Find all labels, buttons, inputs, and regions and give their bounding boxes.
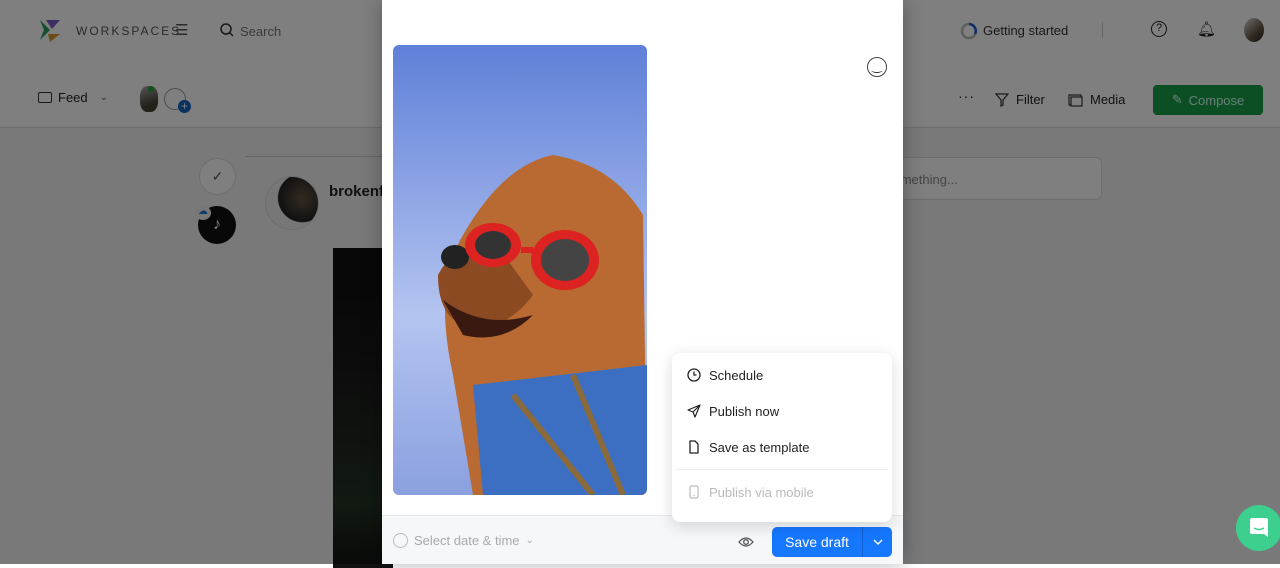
menu-item-save-as-template[interactable]: Save as template [672, 429, 892, 465]
mobile-icon [689, 485, 699, 499]
chevron-down-icon: ⌄ [525, 535, 534, 546]
save-options-menu: Schedule Publish now Save as template Pu… [672, 353, 892, 522]
media-preview[interactable] [393, 45, 647, 495]
file-icon [689, 440, 699, 454]
preview-eye-icon[interactable] [738, 536, 754, 548]
menu-item-publish-via-mobile: Publish via mobile [672, 474, 892, 510]
emoji-icon[interactable]: ‿ [867, 57, 887, 77]
menu-item-publish-now[interactable]: Publish now [672, 393, 892, 429]
clock-icon [687, 368, 701, 382]
menu-item-label: Schedule [709, 367, 764, 383]
chat-icon [1250, 518, 1268, 537]
menu-item-schedule[interactable]: Schedule [672, 357, 892, 393]
clock-icon [393, 533, 408, 548]
menu-item-label: Publish now [709, 403, 780, 419]
chat-widget-button[interactable] [1236, 505, 1280, 551]
menu-item-label: Save as template [709, 439, 810, 455]
dog-photo [438, 155, 647, 495]
date-time-picker[interactable]: Select date & time ⌄ [393, 533, 534, 548]
save-options-toggle[interactable] [862, 527, 892, 557]
chevron-down-icon [873, 539, 882, 545]
send-icon [687, 404, 701, 418]
menu-divider [676, 469, 888, 470]
menu-item-label: Publish via mobile [709, 484, 814, 500]
date-placeholder: Select date & time [414, 533, 520, 548]
save-draft-button[interactable]: Save draft [772, 527, 862, 557]
